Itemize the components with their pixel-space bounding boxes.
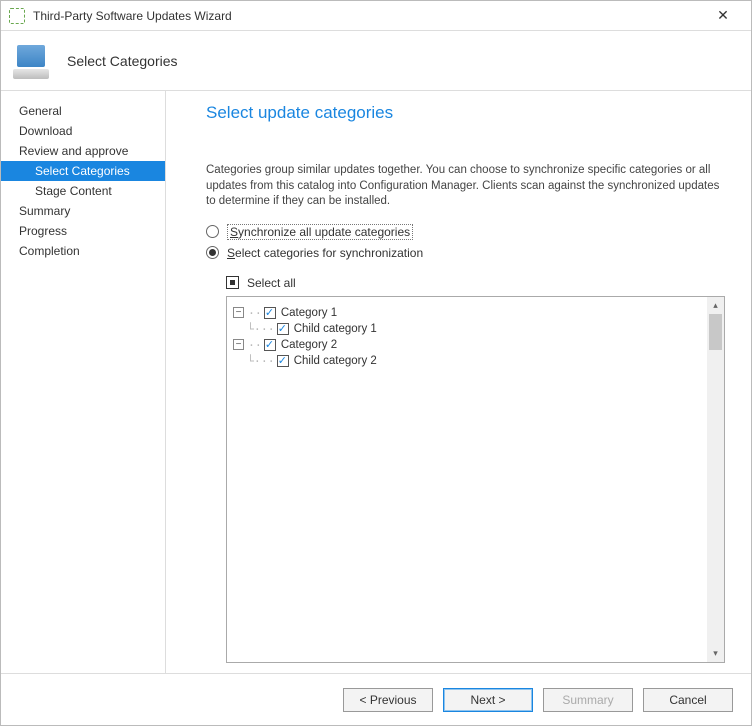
cancel-button[interactable]: Cancel [643, 688, 733, 712]
nav-item[interactable]: General [1, 101, 165, 121]
nav-item[interactable]: Download [1, 121, 165, 141]
summary-button: Summary [543, 688, 633, 712]
wizard-body: GeneralDownloadReview and approveSelect … [1, 91, 751, 673]
checkbox-icon[interactable] [264, 307, 276, 319]
collapse-icon[interactable]: − [233, 307, 244, 318]
radio-sync-all[interactable]: Synchronize all update categories [206, 224, 725, 240]
step-label: Select Categories [67, 53, 178, 69]
category-tree[interactable]: −··Category 1└···Child category 1−··Cate… [227, 297, 707, 662]
wizard-content: Select update categories Categories grou… [166, 91, 751, 673]
tree-node-label: Child category 2 [294, 355, 377, 367]
radio-icon [206, 246, 219, 259]
radio-sync-all-label: Synchronize all update categories [227, 224, 413, 240]
radio-select-categories-label: Select categories for synchronization [227, 246, 423, 260]
select-all-row[interactable]: Select all [226, 276, 725, 290]
window-title: Third-Party Software Updates Wizard [33, 9, 703, 23]
checkbox-icon[interactable] [277, 355, 289, 367]
checkbox-icon[interactable] [264, 339, 276, 351]
checkbox-indeterminate-icon [226, 276, 239, 289]
tree-child-node[interactable]: └···Child category 2 [233, 353, 701, 369]
scroll-thumb[interactable] [709, 314, 722, 350]
category-tree-box: −··Category 1└···Child category 1−··Cate… [226, 296, 725, 663]
nav-item[interactable]: Completion [1, 241, 165, 261]
nav-item[interactable]: Select Categories [1, 161, 165, 181]
radio-icon [206, 225, 219, 238]
wizard-footer: < Previous Next > Summary Cancel [1, 673, 751, 725]
collapse-icon[interactable]: − [233, 339, 244, 350]
wizard-window: Third-Party Software Updates Wizard ✕ Se… [0, 0, 752, 726]
select-all-label: Select all [247, 276, 296, 290]
scroll-down-icon[interactable]: ▾ [707, 645, 724, 662]
tree-node-label: Category 1 [281, 307, 337, 319]
scroll-up-icon[interactable]: ▴ [707, 297, 724, 314]
nav-item[interactable]: Review and approve [1, 141, 165, 161]
tree-node-label: Category 2 [281, 339, 337, 351]
page-description: Categories group similar updates togethe… [206, 163, 725, 210]
page-title: Select update categories [206, 103, 725, 123]
tree-node-label: Child category 1 [294, 323, 377, 335]
next-button[interactable]: Next > [443, 688, 533, 712]
scrollbar-vertical[interactable]: ▴ ▾ [707, 297, 724, 662]
radio-select-categories[interactable]: Select categories for synchronization [206, 246, 725, 260]
close-button[interactable]: ✕ [703, 7, 743, 24]
nav-item[interactable]: Stage Content [1, 181, 165, 201]
previous-button[interactable]: < Previous [343, 688, 433, 712]
scroll-track[interactable] [707, 314, 724, 645]
app-icon [9, 8, 25, 24]
checkbox-icon[interactable] [277, 323, 289, 335]
tree-node[interactable]: −··Category 2 [233, 337, 701, 353]
nav-item[interactable]: Progress [1, 221, 165, 241]
tree-child-node[interactable]: └···Child category 1 [233, 321, 701, 337]
computer-icon [13, 43, 53, 79]
title-bar: Third-Party Software Updates Wizard ✕ [1, 1, 751, 31]
nav-item[interactable]: Summary [1, 201, 165, 221]
wizard-nav: GeneralDownloadReview and approveSelect … [1, 91, 166, 673]
wizard-header: Select Categories [1, 31, 751, 91]
tree-node[interactable]: −··Category 1 [233, 305, 701, 321]
